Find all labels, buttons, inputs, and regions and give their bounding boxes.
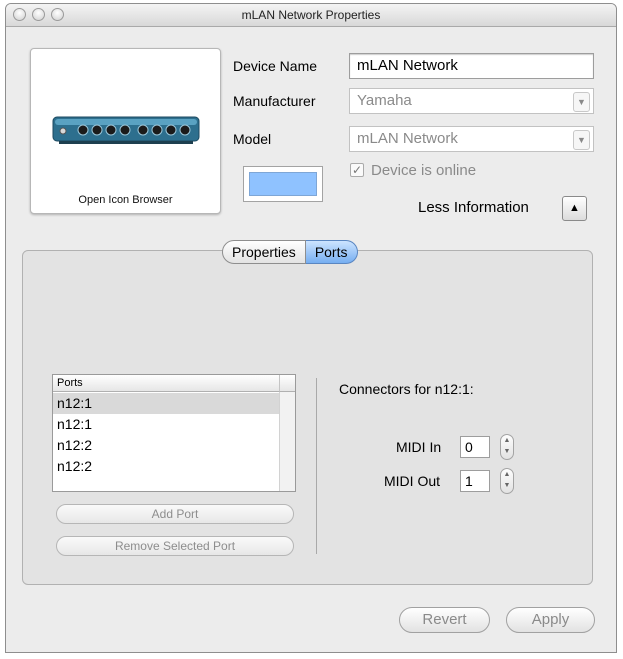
- device-name-field[interactable]: mLAN Network: [349, 53, 594, 79]
- vertical-divider: [316, 378, 317, 554]
- less-information-label: Less Information: [418, 199, 529, 216]
- manufacturer-popup[interactable]: Yamaha ▼: [349, 88, 594, 114]
- open-icon-browser-button[interactable]: Open Icon Browser: [30, 48, 221, 214]
- popup-arrow-icon: ▼: [573, 130, 590, 150]
- stepper-down-icon: ▼: [503, 482, 511, 489]
- add-port-button[interactable]: Add Port: [56, 504, 294, 524]
- model-value: mLAN Network: [357, 130, 458, 147]
- midi-out-field[interactable]: 1: [460, 470, 490, 492]
- manufacturer-value: Yamaha: [357, 92, 412, 109]
- popup-arrow-icon: ▼: [573, 92, 590, 112]
- midi-out-stepper[interactable]: ▲ ▼: [500, 468, 514, 494]
- revert-button[interactable]: Revert: [399, 607, 490, 633]
- ports-column-header[interactable]: Ports: [53, 375, 279, 392]
- midi-in-stepper[interactable]: ▲ ▼: [500, 434, 514, 460]
- table-row[interactable]: n12:2: [53, 435, 279, 456]
- color-swatch-fill: [249, 172, 317, 196]
- device-online-checkbox[interactable]: ✓: [350, 163, 364, 177]
- midi-in-label: MIDI In: [396, 439, 442, 455]
- midi-out-label: MIDI Out: [384, 473, 441, 489]
- model-popup[interactable]: mLAN Network ▼: [349, 126, 594, 152]
- midi-in-field[interactable]: 0: [460, 436, 490, 458]
- header-corner: [279, 375, 295, 392]
- less-information-button[interactable]: ▲: [562, 196, 587, 221]
- table-row[interactable]: n12:2: [53, 456, 279, 477]
- tab-properties[interactable]: Properties: [222, 240, 306, 264]
- table-row[interactable]: n12:1: [53, 393, 279, 414]
- mlan-device-icon: [52, 116, 200, 144]
- model-label: Model: [233, 131, 272, 147]
- table-row[interactable]: n12:1: [53, 414, 279, 435]
- stepper-up-icon: ▲: [503, 471, 511, 478]
- ports-table[interactable]: Ports n12:1 n12:1 n12:2 n12:2: [52, 374, 296, 492]
- color-swatch[interactable]: [243, 166, 323, 202]
- checkmark-icon: ✓: [351, 163, 363, 177]
- stepper-up-icon: ▲: [503, 437, 511, 444]
- tab-bar: Properties Ports: [222, 240, 358, 264]
- apply-button[interactable]: Apply: [506, 607, 595, 633]
- window-title: mLAN Network Properties: [241, 8, 381, 22]
- remove-selected-port-button[interactable]: Remove Selected Port: [56, 536, 294, 556]
- tab-ports[interactable]: Ports: [305, 240, 358, 264]
- title-bar[interactable]: mLAN Network Properties: [6, 4, 616, 27]
- device-name-label: Device Name: [233, 58, 318, 74]
- disclosure-up-icon: ▲: [569, 202, 580, 214]
- ports-scrollbar[interactable]: [279, 392, 295, 491]
- device-online-label: Device is online: [371, 162, 477, 179]
- icon-browser-caption: Open Icon Browser: [78, 194, 173, 206]
- connectors-title: Connectors for n12:1:: [339, 381, 474, 397]
- manufacturer-label: Manufacturer: [233, 93, 316, 109]
- stepper-down-icon: ▼: [503, 448, 511, 455]
